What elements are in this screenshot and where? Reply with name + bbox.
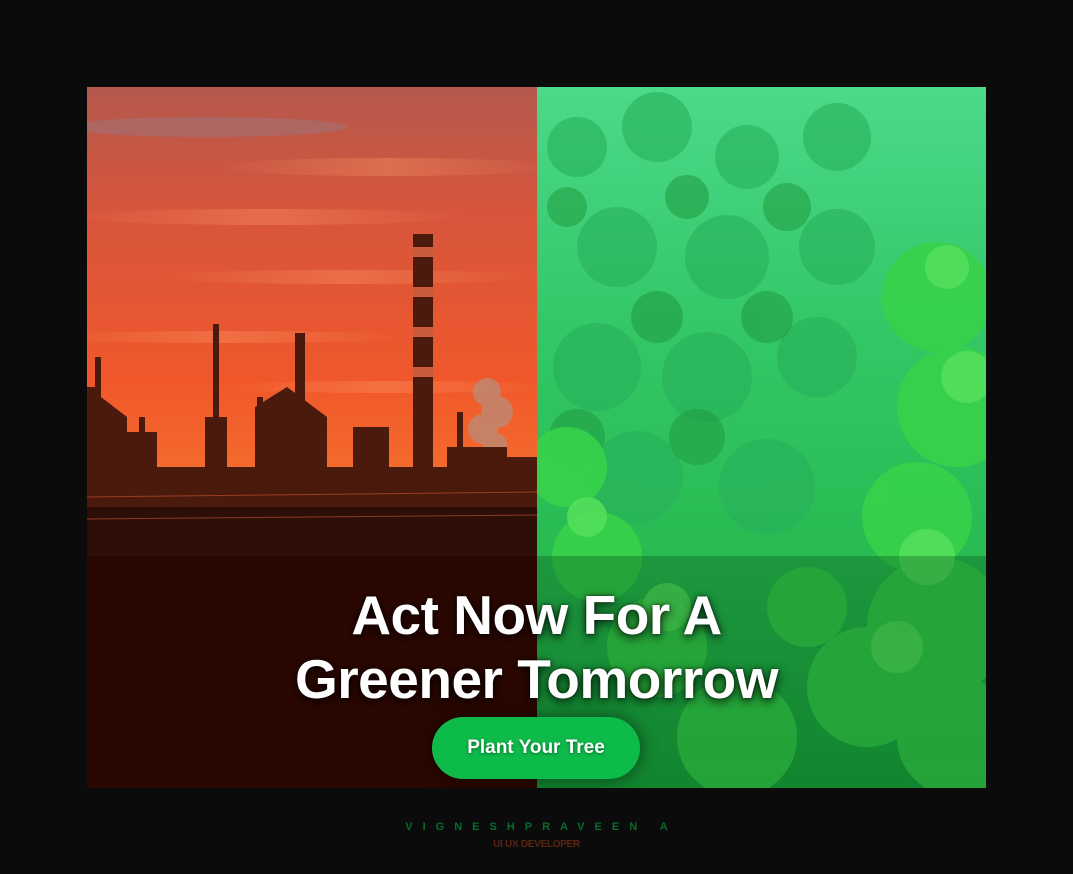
headline-line-1: Act Now For A [351,584,722,646]
author-name: VIGNESHPRAVEEN A [405,821,678,833]
plant-your-tree-button[interactable]: Plant Your Tree [432,717,640,779]
headline-line-2: Greener Tomorrow [294,648,779,710]
headline: Act Now For A Greener Tomorrow [87,583,986,711]
author-role: UI UX DEVELOPER [493,839,580,850]
hero-banner: Act Now For A Greener Tomorrow Plant You… [87,87,986,788]
